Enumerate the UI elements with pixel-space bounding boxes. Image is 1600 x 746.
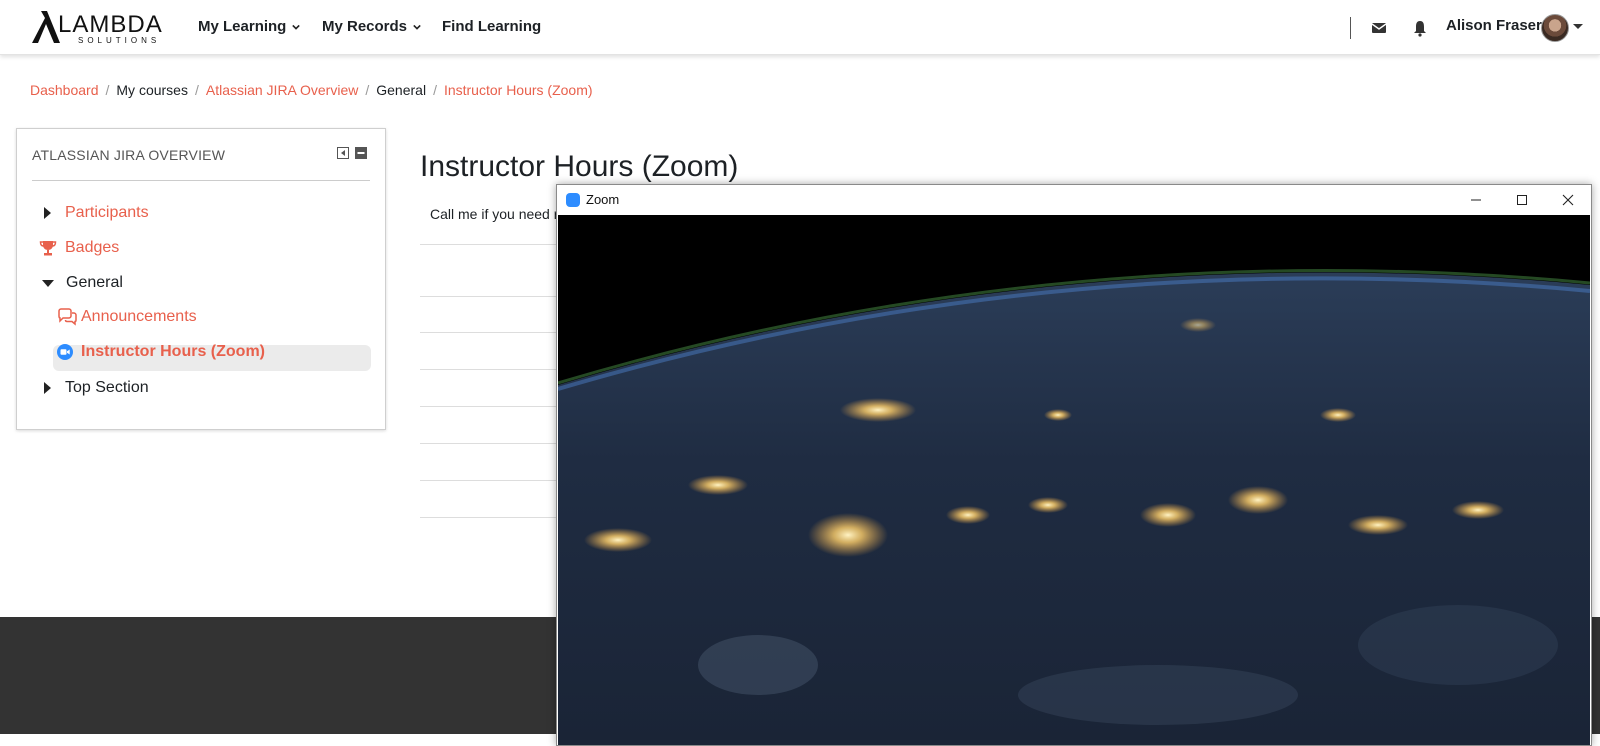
sidebar-item-label: Badges: [65, 239, 120, 256]
maximize-button[interactable]: [1499, 185, 1545, 215]
sidebar-item-label: Top Section: [65, 379, 149, 396]
user-name[interactable]: Alison Fraser: [1446, 17, 1542, 34]
intro-text: Call me if you need r: [430, 206, 559, 222]
table-row-divider: [420, 480, 560, 481]
breadcrumb-current[interactable]: Instructor Hours (Zoom): [444, 82, 593, 98]
course-navigation-block: ATLASSIAN JIRA OVERVIEW Participants Bad…: [16, 128, 386, 430]
breadcrumb-dashboard[interactable]: Dashboard: [30, 82, 99, 98]
triangle-right-icon: [44, 382, 51, 394]
breadcrumb-separator: /: [433, 82, 437, 98]
breadcrumb: Dashboard / My courses / Atlassian JIRA …: [30, 82, 593, 98]
sidebar-item-label: General: [66, 274, 123, 291]
zoom-title-bar[interactable]: Zoom: [557, 185, 1591, 215]
nav-my-records-label: My Records: [322, 18, 408, 35]
zoom-video-feed[interactable]: [558, 215, 1590, 745]
breadcrumb-separator: /: [365, 82, 370, 98]
table-row-divider: [420, 296, 560, 297]
sidebar-item-general[interactable]: General: [42, 274, 123, 292]
trophy-icon: [39, 241, 57, 256]
sidebar-item-label: Announcements: [81, 308, 197, 325]
minimize-button[interactable]: [1453, 185, 1499, 215]
table-row-divider: [420, 406, 560, 407]
bell-icon[interactable]: [1411, 19, 1429, 37]
table-row-divider: [420, 244, 560, 245]
sidebar-item-label: Instructor Hours (Zoom): [81, 343, 265, 360]
close-button[interactable]: [1545, 185, 1591, 215]
envelope-icon[interactable]: [1370, 19, 1388, 37]
table-row-divider: [420, 443, 560, 444]
breadcrumb-general: General: [376, 82, 427, 98]
forum-icon: [58, 308, 77, 326]
earth-at-night-image: [558, 215, 1590, 745]
breadcrumb-course[interactable]: Atlassian JIRA Overview: [206, 82, 359, 98]
lambda-symbol-icon: [32, 11, 60, 43]
breadcrumb-my-courses: My courses: [116, 82, 188, 98]
breadcrumb-separator: /: [105, 82, 110, 98]
zoom-app-icon: [566, 193, 580, 207]
table-row-divider: [420, 332, 560, 333]
breadcrumb-separator: /: [194, 82, 199, 98]
sidebar-item-instructor-hours[interactable]: Instructor Hours (Zoom): [57, 343, 265, 361]
zoom-window-title: Zoom: [586, 192, 620, 207]
zoom-window[interactable]: Zoom: [556, 184, 1592, 746]
minimize-icon: [1471, 199, 1481, 201]
nav-my-records[interactable]: My Records: [322, 18, 421, 35]
sidebar-item-participants[interactable]: Participants: [44, 204, 149, 222]
top-navbar: LAMBDA SOLUTIONS My Learning My Records …: [0, 0, 1600, 55]
page-title: Instructor Hours (Zoom): [420, 150, 739, 183]
chevron-down-icon: [292, 24, 301, 30]
table-row-divider: [420, 517, 560, 518]
nav-my-learning-label: My Learning: [198, 18, 287, 35]
collapse-block-icon[interactable]: [355, 147, 367, 159]
sidebar-item-badges[interactable]: Badges: [39, 239, 119, 257]
dock-block-icon[interactable]: [337, 147, 349, 159]
block-divider: [32, 180, 370, 181]
block-title: ATLASSIAN JIRA OVERVIEW: [32, 147, 226, 163]
chevron-down-icon: [413, 24, 421, 30]
logo-wordmark: LAMBDA: [58, 11, 163, 38]
maximize-icon: [1517, 195, 1527, 205]
table-row-divider: [420, 369, 560, 370]
avatar[interactable]: [1541, 14, 1569, 42]
nav-my-learning[interactable]: My Learning: [198, 18, 301, 35]
sidebar-item-label: Participants: [65, 204, 149, 221]
logo-tagline: SOLUTIONS: [78, 36, 161, 45]
close-icon: [1562, 194, 1574, 206]
lambda-logo[interactable]: LAMBDA SOLUTIONS: [30, 10, 163, 46]
triangle-down-icon: [42, 279, 54, 287]
triangle-right-icon: [44, 207, 51, 219]
zoom-icon: [57, 344, 73, 360]
nav-find-learning-label: Find Learning: [442, 18, 542, 35]
user-menu-caret-icon[interactable]: [1573, 24, 1583, 29]
sidebar-item-top-section[interactable]: Top Section: [44, 379, 149, 397]
sidebar-item-announcements[interactable]: Announcements: [57, 308, 197, 326]
nav-find-learning[interactable]: Find Learning: [442, 18, 541, 35]
nav-divider: [1350, 17, 1351, 39]
